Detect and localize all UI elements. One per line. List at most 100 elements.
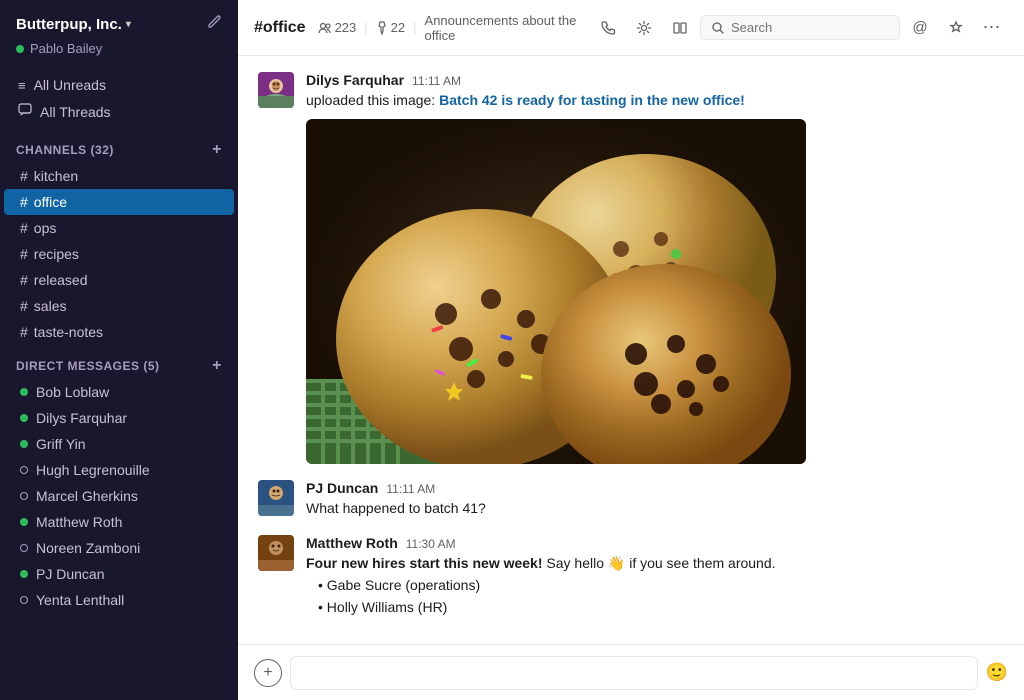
- hash-icon: #: [20, 194, 28, 210]
- channels-count: (32): [91, 143, 114, 157]
- channel-item-office[interactable]: # office: [4, 189, 234, 215]
- main-content: #office 223 | 22 | Announcements about t…: [238, 0, 1024, 700]
- emoji-icon-button[interactable]: 🙂: [986, 662, 1008, 683]
- message-text: uploaded this image: Batch 42 is ready f…: [306, 90, 1004, 111]
- dm-item-bob[interactable]: Bob Loblaw: [4, 379, 234, 405]
- channel-item-recipes[interactable]: # recipes: [4, 241, 234, 267]
- sidebar: Butterpup, Inc. ▾ Pablo Bailey ≡ All Unr…: [0, 0, 238, 700]
- channel-item-kitchen[interactable]: # kitchen: [4, 163, 234, 189]
- message-input[interactable]: [290, 656, 978, 690]
- attach-button[interactable]: +: [254, 659, 282, 687]
- cookie-image: [306, 119, 806, 464]
- compose-icon[interactable]: [206, 14, 222, 35]
- search-icon: [711, 21, 725, 35]
- dm-item-dilys[interactable]: Dilys Farquhar: [4, 405, 234, 431]
- dm-item-matthew[interactable]: Matthew Roth: [4, 509, 234, 535]
- dm-item-yenta[interactable]: Yenta Lenthall: [4, 587, 234, 613]
- channel-meta: 223 | 22 | Announcements about the offic…: [318, 13, 584, 43]
- channel-item-ops[interactable]: # ops: [4, 215, 234, 241]
- avatar: [258, 535, 294, 571]
- message-time: 11:30 AM: [406, 537, 456, 551]
- gear-icon-button[interactable]: [628, 12, 660, 44]
- add-dm-icon[interactable]: +: [212, 357, 222, 375]
- dm-count: (5): [143, 359, 159, 373]
- channels-section-header: CHANNELS (32) +: [0, 129, 238, 163]
- online-status-dot: [20, 440, 28, 448]
- message-row: Matthew Roth 11:30 AM Four new hires sta…: [258, 535, 1004, 619]
- online-status-dot: [20, 570, 28, 578]
- message-image: [306, 119, 806, 464]
- dm-list: Bob Loblaw Dilys Farquhar Griff Yin Hugh…: [0, 379, 238, 613]
- message-link[interactable]: Batch 42 is ready for tasting in the new…: [439, 92, 745, 108]
- members-count: 223: [318, 20, 357, 35]
- channel-item-released[interactable]: # released: [4, 267, 234, 293]
- message-header: PJ Duncan 11:11 AM: [306, 480, 1004, 496]
- workspace-name[interactable]: Butterpup, Inc. ▾: [16, 16, 131, 33]
- message-content: Matthew Roth 11:30 AM Four new hires sta…: [306, 535, 1004, 619]
- message-header: Matthew Roth 11:30 AM: [306, 535, 1004, 551]
- message-text: Four new hires start this new week! Say …: [306, 553, 1004, 619]
- bullet-item: • Holly Williams (HR): [318, 596, 1004, 618]
- channel-item-sales[interactable]: # sales: [4, 293, 234, 319]
- message-content: PJ Duncan 11:11 AM What happened to batc…: [306, 480, 1004, 519]
- sidebar-nav: ≡ All Unreads All Threads: [0, 68, 238, 129]
- online-status-dot: [20, 518, 28, 526]
- dm-item-marcel[interactable]: Marcel Gherkins: [4, 483, 234, 509]
- message-row: Dilys Farquhar 11:11 AM uploaded this im…: [258, 72, 1004, 464]
- hash-icon: #: [20, 272, 28, 288]
- dm-item-griff[interactable]: Griff Yin: [4, 431, 234, 457]
- message-author: Matthew Roth: [306, 535, 398, 551]
- dm-item-noreen[interactable]: Noreen Zamboni: [4, 535, 234, 561]
- sidebar-item-unreads-label: All Unreads: [34, 77, 106, 93]
- channels-header-label: CHANNELS (32): [16, 143, 114, 157]
- more-icon-button[interactable]: ⋯: [976, 12, 1008, 44]
- unreads-icon: ≡: [18, 78, 26, 93]
- dm-item-hugh[interactable]: Hugh Legrenouille: [4, 457, 234, 483]
- search-box[interactable]: [700, 15, 900, 40]
- channel-meta-divider: |: [364, 20, 367, 35]
- topbar-actions: @ ⋯: [592, 12, 1008, 44]
- message-time: 11:11 AM: [412, 74, 461, 88]
- workspace-chevron: ▾: [126, 19, 131, 30]
- offline-status-dot: [20, 544, 28, 552]
- topbar: #office 223 | 22 | Announcements about t…: [238, 0, 1024, 56]
- search-input[interactable]: [731, 20, 871, 35]
- avatar: [258, 72, 294, 108]
- dm-item-pj[interactable]: PJ Duncan: [4, 561, 234, 587]
- message-row: PJ Duncan 11:11 AM What happened to batc…: [258, 480, 1004, 519]
- channel-title: #office: [254, 19, 306, 37]
- user-status: Pablo Bailey: [0, 39, 238, 68]
- online-status-dot: [20, 388, 28, 396]
- message-header: Dilys Farquhar 11:11 AM: [306, 72, 1004, 88]
- hash-icon: #: [20, 298, 28, 314]
- sidebar-item-threads[interactable]: All Threads: [8, 98, 230, 125]
- hash-icon: #: [20, 246, 28, 262]
- online-dot: [16, 45, 24, 53]
- avatar: [258, 480, 294, 516]
- user-name: Pablo Bailey: [30, 41, 102, 56]
- phone-icon-button[interactable]: [592, 12, 624, 44]
- workspace-label: Butterpup, Inc.: [16, 16, 122, 33]
- at-icon-button[interactable]: @: [904, 12, 936, 44]
- channel-item-taste-notes[interactable]: # taste-notes: [4, 319, 234, 345]
- composer: + 🙂: [238, 644, 1024, 700]
- layout-icon-button[interactable]: [664, 12, 696, 44]
- sidebar-item-unreads[interactable]: ≡ All Unreads: [8, 72, 230, 98]
- messages-area: Dilys Farquhar 11:11 AM uploaded this im…: [238, 56, 1024, 644]
- hash-icon: #: [20, 324, 28, 340]
- online-status-dot: [20, 414, 28, 422]
- threads-icon: [18, 103, 32, 120]
- channels-list: # kitchen # office # ops # recipes # rel…: [0, 163, 238, 345]
- hash-icon: #: [20, 220, 28, 236]
- star-icon-button[interactable]: [940, 12, 972, 44]
- message-author: PJ Duncan: [306, 480, 378, 496]
- add-channel-icon[interactable]: +: [212, 141, 222, 159]
- message-time: 11:11 AM: [386, 482, 435, 496]
- message-text: What happened to batch 41?: [306, 498, 1004, 519]
- offline-status-dot: [20, 492, 28, 500]
- bullet-item: • Gabe Sucre (operations): [318, 574, 1004, 596]
- channel-meta-divider2: |: [413, 20, 416, 35]
- hash-icon: #: [20, 168, 28, 184]
- sidebar-header: Butterpup, Inc. ▾: [0, 0, 238, 39]
- channel-description: Announcements about the office: [425, 13, 584, 43]
